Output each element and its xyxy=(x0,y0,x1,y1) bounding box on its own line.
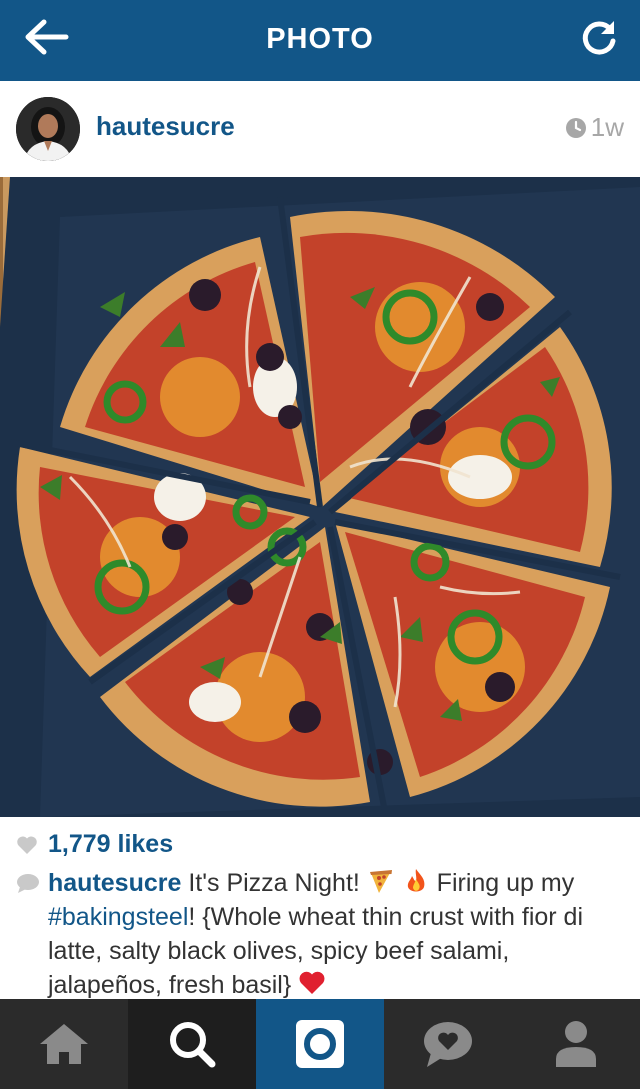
heart-icon xyxy=(17,835,37,854)
red-heart-emoji-icon xyxy=(299,971,325,994)
comment-bubble-icon xyxy=(17,874,39,893)
pizza-emoji-icon xyxy=(369,870,392,893)
tab-search[interactable] xyxy=(128,999,256,1089)
avatar[interactable] xyxy=(16,97,80,161)
likes-row: 1,779 likes xyxy=(16,830,173,859)
tab-camera[interactable] xyxy=(256,999,384,1089)
home-icon xyxy=(40,1024,88,1064)
post-timestamp: 1w xyxy=(565,112,624,143)
refresh-button[interactable] xyxy=(578,17,620,59)
time-ago-label: 1w xyxy=(590,112,624,142)
refresh-icon xyxy=(582,21,616,55)
page-title: PHOTO xyxy=(266,23,374,55)
caption-text: hautesucre It's Pizza Night! Firing up m… xyxy=(16,866,626,1002)
tab-home[interactable] xyxy=(0,999,128,1089)
hashtag-link[interactable]: #bakingsteel xyxy=(48,903,188,931)
search-icon xyxy=(170,1022,216,1068)
pizza-image xyxy=(0,177,640,817)
top-navigation-bar: PHOTO xyxy=(0,0,640,81)
fire-emoji-icon xyxy=(407,869,425,892)
likes-count[interactable]: 1,779 likes xyxy=(48,830,173,859)
clock-icon xyxy=(565,117,586,138)
tab-profile[interactable] xyxy=(512,999,640,1089)
activity-icon xyxy=(424,1022,472,1067)
post-photo[interactable] xyxy=(0,177,640,817)
profile-icon xyxy=(556,1021,596,1067)
camera-icon xyxy=(296,1020,344,1068)
post-username[interactable]: hautesucre xyxy=(96,111,235,142)
avatar-image xyxy=(16,97,80,161)
caption-part2: Firing up my xyxy=(429,869,575,897)
caption-username[interactable]: hautesucre xyxy=(48,869,181,897)
caption-part1: It's Pizza Night! xyxy=(181,869,367,897)
post-header: hautesucre 1w xyxy=(0,81,640,177)
caption: hautesucre It's Pizza Night! Firing up m… xyxy=(16,866,626,1002)
bottom-tab-bar xyxy=(0,999,640,1089)
tab-activity[interactable] xyxy=(384,999,512,1089)
